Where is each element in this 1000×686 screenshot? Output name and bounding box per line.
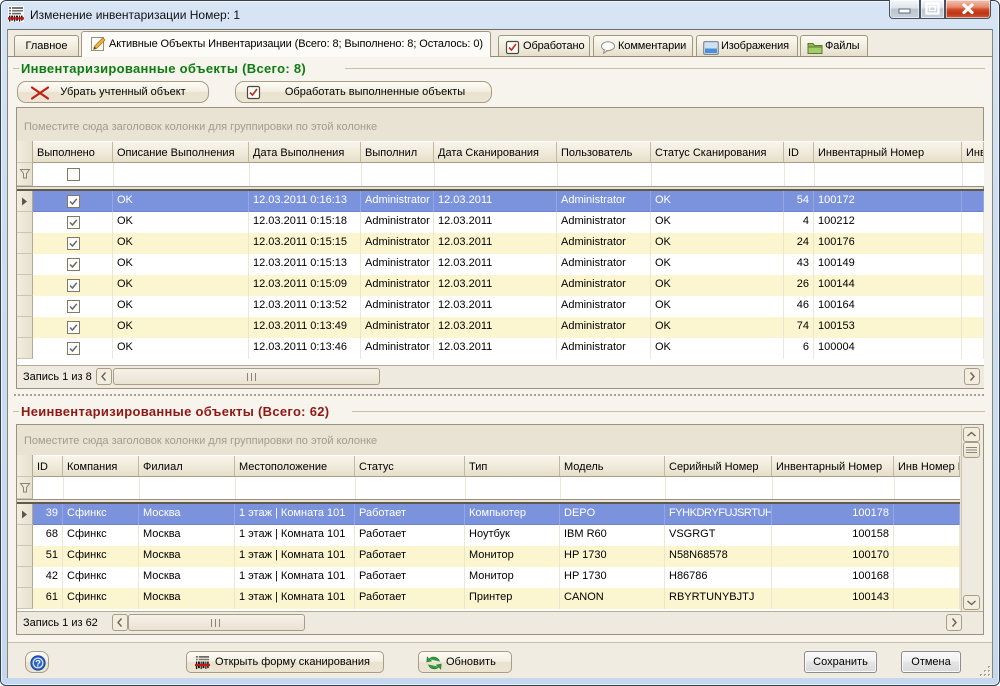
svg-text:?: ?	[35, 659, 41, 670]
